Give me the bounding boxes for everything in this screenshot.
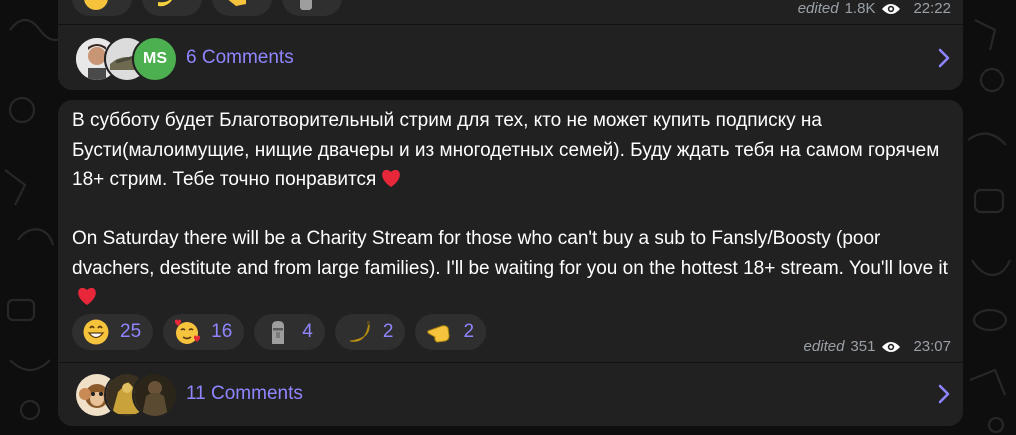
avatar	[132, 372, 178, 418]
comments-label[interactable]: 6 Comments	[186, 47, 294, 69]
reactions-row: 25 16 4 2 2	[72, 314, 487, 350]
moai-icon	[272, 321, 285, 344]
commenter-avatars: MS	[74, 36, 186, 82]
reaction-banana[interactable]: 2	[334, 314, 406, 350]
chevron-right-icon[interactable]	[937, 48, 951, 68]
heart-eyes-emoji-icon	[84, 0, 108, 10]
reaction-count: 2	[382, 321, 394, 342]
banana-icon	[349, 321, 370, 342]
comments-button[interactable]: MS 6 Comments	[58, 26, 963, 90]
comments-button[interactable]: 11 Comments	[58, 362, 963, 426]
commenter-avatars	[74, 372, 186, 418]
avatar-initials: MS	[143, 50, 167, 67]
message-bubble-1: edited 1.8K 22:22 MS 6 Comments	[58, 0, 963, 90]
edited-label: edited	[803, 338, 845, 355]
eye-icon	[882, 3, 901, 14]
reaction-heart-eyes[interactable]	[72, 0, 132, 16]
message-bubble-2: В субботу будет Благотворительный стрим …	[58, 100, 963, 426]
comments-label[interactable]: 11 Comments	[186, 383, 303, 405]
reaction-count: 2	[463, 321, 475, 342]
reaction-grinning[interactable]: 25	[72, 314, 154, 350]
banana-icon	[158, 0, 173, 7]
message-time: 22:22	[913, 0, 951, 17]
reactions-row	[72, 0, 342, 16]
red-heart-icon	[78, 287, 96, 305]
eye-icon	[882, 341, 901, 352]
message-text-en: On Saturday there will be a Charity Stre…	[72, 228, 948, 279]
reaction-moai[interactable]: 4	[254, 314, 325, 350]
view-count: 351	[850, 338, 876, 355]
chevron-right-icon[interactable]	[937, 384, 951, 404]
reaction-count: 25	[120, 321, 142, 342]
pointing-hand-icon	[427, 325, 450, 343]
reaction-smiling-hearts[interactable]: 16	[163, 314, 245, 350]
smiling-face-with-hearts-icon	[175, 319, 201, 344]
message-text-ru: В субботу будет Благотворительный стрим …	[72, 110, 940, 190]
red-heart-icon	[382, 169, 401, 187]
reaction-count: 16	[211, 321, 233, 342]
moai-icon	[300, 0, 312, 10]
reaction-count: 4	[302, 321, 313, 342]
message-text: В субботу будет Благотворительный стрим …	[72, 106, 952, 313]
pointing-hand-icon	[228, 0, 246, 6]
view-count: 1.8K	[844, 0, 876, 17]
message-meta: edited 1.8K 22:22	[798, 0, 951, 17]
avatar: MS	[132, 36, 178, 82]
message-meta: edited 351 23:07	[804, 338, 951, 355]
grinning-face-icon	[83, 319, 109, 345]
message-time: 23:07	[913, 338, 951, 355]
reaction-moai[interactable]	[282, 0, 342, 16]
reaction-pointing-hand[interactable]: 2	[415, 314, 487, 350]
reaction-banana[interactable]	[142, 0, 202, 16]
reaction-pointing-hand[interactable]	[212, 0, 272, 16]
divider	[58, 24, 963, 25]
edited-label: edited	[797, 0, 839, 17]
